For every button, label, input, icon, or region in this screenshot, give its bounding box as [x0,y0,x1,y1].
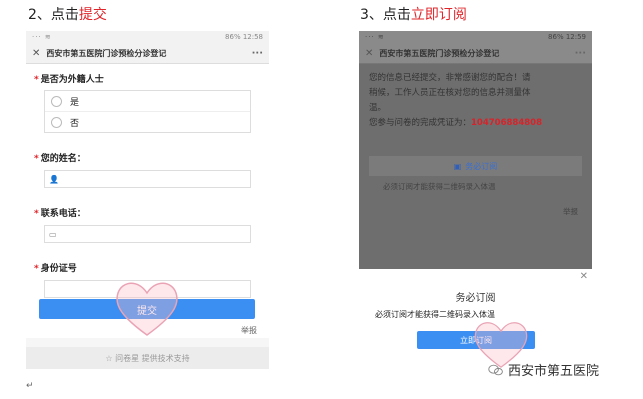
close-icon[interactable]: ✕ [32,48,40,59]
close-icon[interactable]: ✕ [365,48,373,59]
status-bar: ··· ≋ 86% 12:59 [359,31,592,43]
radio-option-no[interactable]: 否 [45,112,250,132]
radio-circle-icon [51,95,62,107]
question-phone: * 联系电话： [34,209,86,219]
radio-option-yes[interactable]: 是 [45,91,250,112]
page-title: 西安市第五医院门诊预检分诊登记 [379,48,500,58]
message-icon: ▣ [453,161,462,171]
left-phone-screenshot: ··· ≋ 86% 12:58 ✕ 西安市第五医院门诊预检分诊登记 ··· * 是… [26,31,269,369]
completion-code: 104706884808 [471,118,542,128]
step-3-title: 3、点击立即订阅 [360,4,467,24]
signal-icon: ··· ≋ [365,33,385,41]
report-link[interactable]: 举报 [563,206,578,217]
subscribe-bar[interactable]: ▣ 务必订阅 [369,156,582,176]
question-name: * 您的姓名： [34,154,86,164]
name-input[interactable]: 👤 [44,170,251,188]
paragraph-mark: ↵ [26,381,34,391]
message-line: 您的信息已经提交，非常感谢您的配合！请 [369,73,531,83]
submission-message: 您的信息已经提交，非常感谢您的配合！请 稍候，工作人员正在核对您的信息并测量体 … [369,71,582,135]
phone-icon: ▭ [49,229,57,239]
more-icon[interactable]: ··· [252,48,263,59]
battery-time: 86% 12:58 [225,33,263,41]
step-2-title: 2、点击提交 [28,4,107,24]
wechat-icon [488,364,503,375]
person-icon: 👤 [49,174,59,184]
step-2-highlight: 提交 [78,7,107,23]
more-icon[interactable]: ··· [575,48,586,59]
radio-circle-icon [51,116,62,128]
radio-group-foreigner: 是 否 [44,90,251,133]
battery-time: 86% 12:59 [548,33,586,41]
sheet-title: 务必订阅 [455,293,496,304]
footer-credit: ☆ 问卷星 提供技术支持 [26,347,269,369]
radio-label-yes: 是 [70,97,80,108]
step-3-prefix: 3、点击 [360,7,411,23]
title-bar: ✕ 西安市第五医院门诊预检分诊登记 ··· [359,43,592,64]
watermark-text: 西安市第五医院 [508,364,600,379]
page-title: 西安市第五医院门诊预检分诊登记 [46,48,167,58]
title-bar: ✕ 西安市第五医院门诊预检分诊登记 ··· [26,43,269,64]
watermark: 西安市第五医院 [488,360,599,379]
report-link[interactable]: 举报 [241,325,257,336]
question-foreigner: * 是否为外籍人士 [34,75,104,85]
message-line: 稍候，工作人员正在核对您的信息并测量体 [369,88,531,98]
phone-input[interactable]: ▭ [44,225,251,243]
close-icon[interactable]: ✕ [580,271,588,282]
heart-highlight-icon [116,282,178,336]
right-phone-screenshot: ··· ≋ 86% 12:59 ✕ 西安市第五医院门诊预检分诊登记 ··· 您的… [359,31,592,379]
message-line: 温。 [369,103,387,113]
question-idcard: * 身份证号 [34,264,77,274]
radio-label-no: 否 [70,118,80,129]
subscribe-bar-label: 务必订阅 [465,161,498,171]
status-bar: ··· ≋ 86% 12:58 [26,31,269,43]
step-3-highlight: 立即订阅 [410,7,467,23]
subscribe-note: 必须订阅才能获得二维码录入体温 [383,182,496,191]
message-line: 您参与问卷的完成凭证为： [369,118,472,128]
signal-icon: ··· ≋ [32,33,52,41]
step-2-prefix: 2、点击 [28,7,79,23]
